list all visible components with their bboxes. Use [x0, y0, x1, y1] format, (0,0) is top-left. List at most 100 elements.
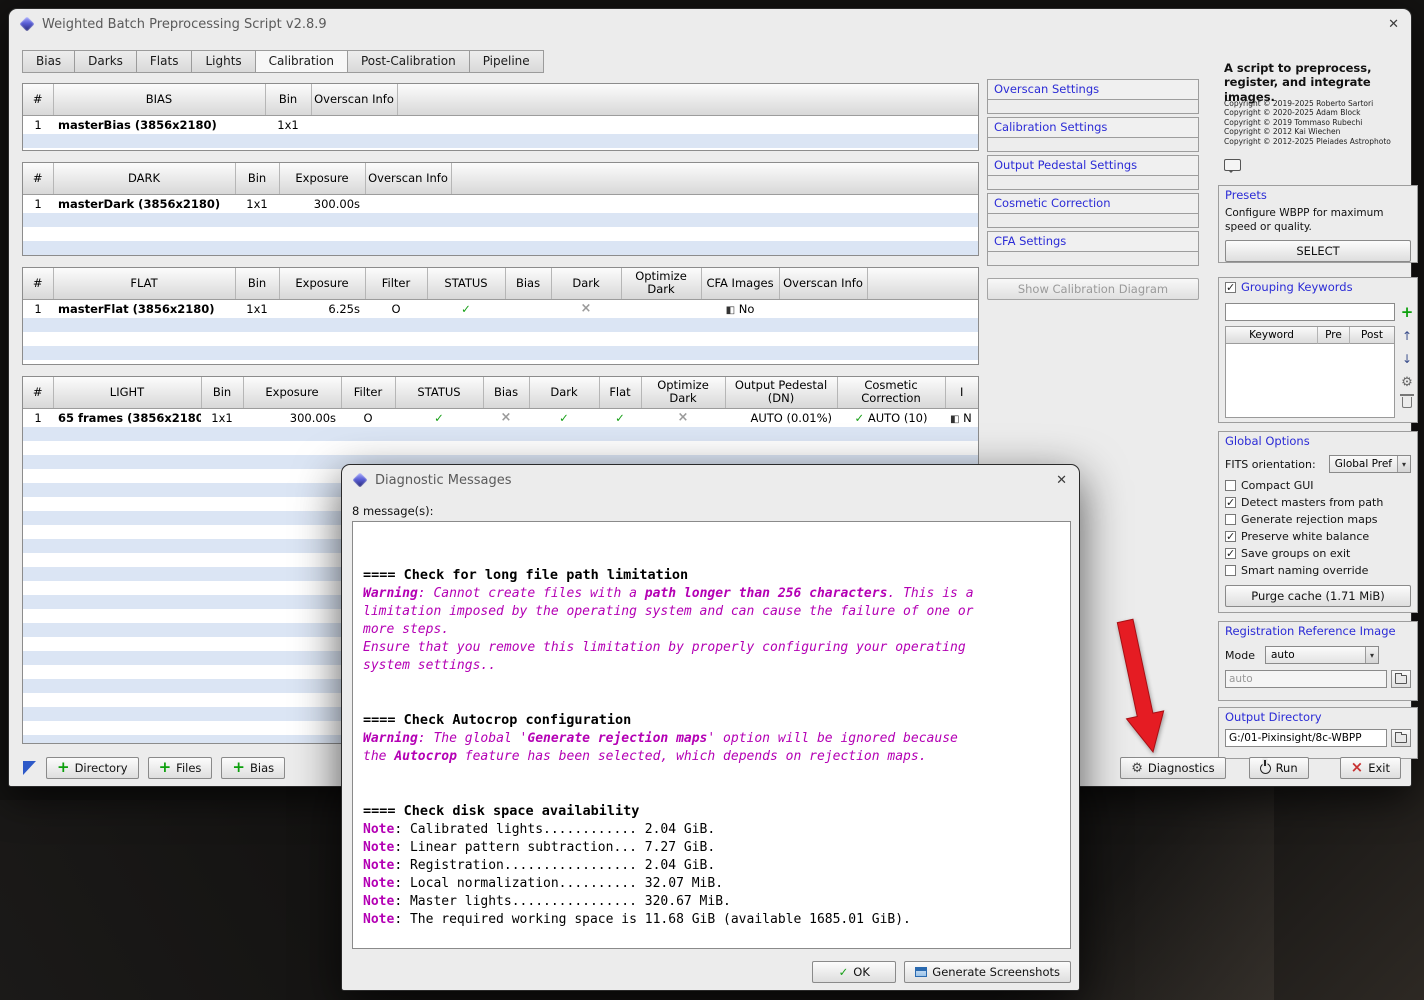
column-header[interactable]: Bin — [265, 84, 312, 116]
column-header[interactable]: Overscan Info — [779, 268, 868, 300]
window-close-icon[interactable] — [1388, 17, 1399, 32]
purge-cache-button[interactable]: Purge cache (1.71 MiB) — [1225, 585, 1411, 607]
column-header[interactable]: Flat — [599, 377, 642, 409]
column-header[interactable]: Bin — [201, 377, 244, 409]
column-header[interactable] — [867, 268, 978, 300]
add-directory-button[interactable]: Directory — [46, 757, 139, 779]
column-header[interactable]: Bin — [235, 163, 280, 195]
diagnostics-button[interactable]: Diagnostics — [1120, 757, 1226, 779]
selection-arrow-icon[interactable] — [23, 761, 36, 775]
table-row[interactable]: 1masterFlat (3856x2180)1x16.25sO No — [23, 299, 978, 318]
tab-calibration[interactable]: Calibration — [254, 50, 348, 73]
reference-mode-dropdown[interactable]: auto — [1264, 646, 1379, 664]
column-header[interactable]: Exposure — [243, 377, 342, 409]
column-header[interactable] — [451, 163, 978, 195]
keywords-table[interactable]: Keyword Pre Post — [1225, 326, 1395, 418]
column-header[interactable]: Dark — [551, 268, 622, 300]
column-header[interactable]: Bias — [505, 268, 552, 300]
delete-keyword-trash-icon[interactable] — [1400, 394, 1414, 408]
column-header[interactable]: FLAT — [53, 268, 236, 300]
checkbox[interactable] — [1225, 496, 1236, 509]
option-generate-rejection-maps[interactable]: Generate rejection maps — [1225, 511, 1411, 528]
keyword-settings-gear-icon[interactable] — [1401, 371, 1413, 390]
option-preserve-white-balance[interactable]: Preserve white balance — [1225, 528, 1411, 545]
option-detect-masters-from-path[interactable]: Detect masters from path — [1225, 494, 1411, 511]
column-header[interactable]: DARK — [53, 163, 236, 195]
column-header[interactable]: # — [23, 84, 54, 116]
column-header[interactable]: I — [945, 377, 978, 409]
reference-image-input[interactable] — [1225, 670, 1387, 688]
table-row[interactable]: 1 masterDark (3856x2180) 1x1 300.00s — [23, 194, 978, 213]
presets-select-button[interactable]: SELECT — [1225, 240, 1411, 263]
settings-link[interactable]: Output Pedestal Settings — [987, 155, 1199, 176]
column-header[interactable]: # — [23, 268, 54, 300]
checkbox[interactable] — [1225, 480, 1236, 491]
column-header[interactable]: Optimize Dark — [641, 377, 726, 409]
console-line: Warning: Cannot create files with a path… — [363, 586, 974, 601]
column-header[interactable]: Optimize Dark — [621, 268, 702, 300]
window-titlebar[interactable]: Weighted Batch Preprocessing Script v2.8… — [9, 9, 1411, 39]
table-row[interactable]: 1 masterBias (3856x2180) 1x1 — [23, 115, 978, 134]
generate-screenshots-button[interactable]: Generate Screenshots — [904, 961, 1071, 983]
column-header[interactable]: LIGHT — [53, 377, 202, 409]
tab-bias[interactable]: Bias — [22, 50, 76, 73]
add-bias-button[interactable]: Bias — [221, 757, 286, 779]
ok-button[interactable]: OK — [812, 961, 897, 983]
tab-darks[interactable]: Darks — [74, 50, 137, 73]
option-save-groups-on-exit[interactable]: Save groups on exit — [1225, 545, 1411, 562]
checkbox[interactable] — [1225, 565, 1236, 576]
column-header[interactable]: CFA Images — [701, 268, 780, 300]
column-header[interactable]: BIAS — [53, 84, 266, 116]
table-row[interactable]: 165 frames (3856x2180)1x1300.00sOAUTO (0… — [23, 408, 978, 427]
checkbox[interactable] — [1225, 547, 1236, 560]
column-header[interactable]: STATUS — [427, 268, 506, 300]
browse-output-folder-icon[interactable] — [1391, 729, 1411, 747]
settings-link[interactable]: Calibration Settings — [987, 117, 1199, 138]
settings-section-output-pedestal-settings: Output Pedestal Settings — [987, 155, 1199, 190]
keyword-input[interactable] — [1225, 303, 1395, 321]
column-header[interactable]: Exposure — [279, 163, 366, 195]
column-header[interactable]: # — [23, 377, 54, 409]
tab-pipeline[interactable]: Pipeline — [468, 50, 544, 73]
option-compact-gui[interactable]: Compact GUI — [1225, 477, 1411, 494]
diagnostic-console[interactable]: ==== Check for long file path limitation… — [352, 521, 1071, 949]
column-header[interactable]: Bin — [235, 268, 280, 300]
settings-link[interactable]: Overscan Settings — [987, 79, 1199, 100]
column-header[interactable]: Exposure — [279, 268, 366, 300]
add-files-button[interactable]: Files — [147, 757, 213, 779]
option-smart-naming-override[interactable]: Smart naming override — [1225, 562, 1411, 579]
tab-lights[interactable]: Lights — [191, 50, 256, 73]
calibration-settings-panel: Overscan Settings Calibration Settings Out… — [987, 79, 1199, 300]
column-header[interactable]: STATUS — [395, 377, 484, 409]
column-header[interactable] — [397, 84, 978, 116]
move-up-icon[interactable] — [1402, 325, 1412, 344]
column-header[interactable]: # — [23, 163, 54, 195]
column-header[interactable]: Dark — [529, 377, 600, 409]
run-button[interactable]: Run — [1248, 757, 1309, 779]
column-header[interactable]: Filter — [365, 268, 428, 300]
column-header[interactable]: Filter — [341, 377, 396, 409]
column-header[interactable]: Overscan Info — [365, 163, 452, 195]
column-header[interactable]: Bias — [483, 377, 530, 409]
column-header[interactable]: Output Pedestal (DN) — [725, 377, 838, 409]
fits-orientation-dropdown[interactable]: Global Pref — [1328, 455, 1411, 473]
exit-button[interactable]: Exit — [1339, 757, 1401, 779]
checkbox-label: Save groups on exit — [1241, 547, 1351, 560]
checkbox[interactable] — [1225, 514, 1236, 525]
show-calibration-diagram-button[interactable]: Show Calibration Diagram — [987, 278, 1199, 300]
move-down-icon[interactable] — [1402, 348, 1412, 367]
grouping-keywords-checkbox[interactable] — [1225, 281, 1236, 294]
browse-reference-folder-icon[interactable] — [1391, 670, 1411, 688]
tab-post-calibration[interactable]: Post-Calibration — [346, 50, 470, 73]
add-keyword-icon[interactable] — [1401, 302, 1414, 321]
tab-flats[interactable]: Flats — [135, 50, 193, 73]
checkbox[interactable] — [1225, 530, 1236, 543]
dialog-close-icon[interactable] — [1056, 473, 1067, 488]
comment-icon[interactable] — [1224, 159, 1241, 173]
settings-link[interactable]: Cosmetic Correction — [987, 193, 1199, 214]
dialog-titlebar[interactable]: Diagnostic Messages — [342, 465, 1079, 495]
output-directory-input[interactable] — [1225, 729, 1387, 747]
settings-link[interactable]: CFA Settings — [987, 231, 1199, 252]
column-header[interactable]: Overscan Info — [311, 84, 398, 116]
column-header[interactable]: Cosmetic Correction — [837, 377, 946, 409]
